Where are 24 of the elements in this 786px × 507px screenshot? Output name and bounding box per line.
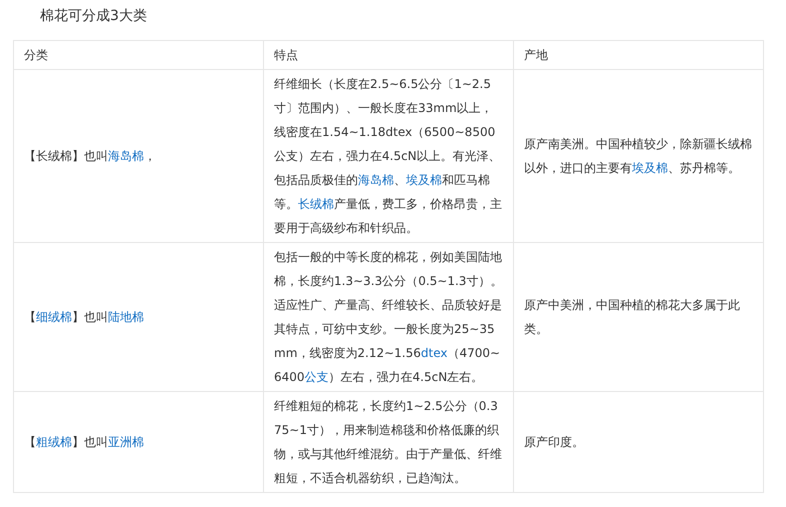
text-link[interactable]: 细绒棉 — [36, 310, 72, 324]
text-link[interactable]: 海岛棉 — [108, 149, 144, 163]
text-link[interactable]: 埃及棉 — [406, 173, 442, 187]
text-link[interactable]: dtex — [420, 346, 448, 360]
text-link[interactable]: 海岛棉 — [358, 173, 394, 187]
column-header: 特点 — [274, 48, 298, 62]
table-cell-text: 【细绒棉】也叫陆地棉 — [24, 310, 144, 324]
text-link[interactable]: 粗绒棉 — [36, 435, 72, 449]
column-header: 分类 — [24, 48, 48, 62]
table-cell-text: 【长绒棉】也叫海岛棉， — [24, 149, 156, 163]
page-heading: 棉花可分成3大类 — [39, 7, 148, 26]
text-link[interactable]: 亚洲棉 — [108, 435, 144, 449]
column-header: 产地 — [524, 48, 548, 62]
table-cell-text: 【粗绒棉】也叫亚洲棉 — [24, 435, 144, 449]
text-link[interactable]: 陆地棉 — [108, 310, 144, 324]
table-cell-text: 纤维细长（长度在2.5~6.5公分〔1~2.5寸〕范围内）、一般长度在33mm以上，线密度在1.54~1.18dtex（6500~8500公支）左右，强力在4.5cN以上。有光泽、包括品质极佳的海岛棉、埃及棉和匹马棉等。长绒棉产量低，费工多，价格昂贵，主要用于高级纱布和针织品。 — [274, 77, 502, 235]
table-cell-text: 原产南美洲。中国种植较少，除新疆长绒棉以外，进口的主要有埃及棉、苏丹棉等。 — [524, 137, 752, 175]
text-link[interactable]: 长绒棉 — [298, 197, 334, 211]
table-cell-text: 原产印度。 — [524, 435, 584, 449]
text-link[interactable]: 公支 — [304, 370, 329, 384]
table-cell-text: 包括一般的中等长度的棉花，例如美国陆地棉，长度约1.3~3.3公分（0.5~1.3寸）。适应性广、产量高、纤维较长、品质较好是其特点，可纺中支纱。一般长度为25~35mm，线密度为2.12~1.56dtex（4700~6400公支）左右，强力在4.5cN左右。 — [274, 250, 502, 384]
text-link[interactable]: 埃及棉 — [632, 161, 668, 175]
table-cell-text: 原产中美洲，中国种植的棉花大多属于此类。 — [524, 298, 740, 336]
table-cell-text: 纤维粗短的棉花，长度约1~2.5公分（0.375~1寸），用来制造棉毯和价格低廉的织物，或与其他纤维混纺。由于产量低、纤维粗短，不适合机器纺织，已趋淘汰。 — [274, 399, 502, 485]
